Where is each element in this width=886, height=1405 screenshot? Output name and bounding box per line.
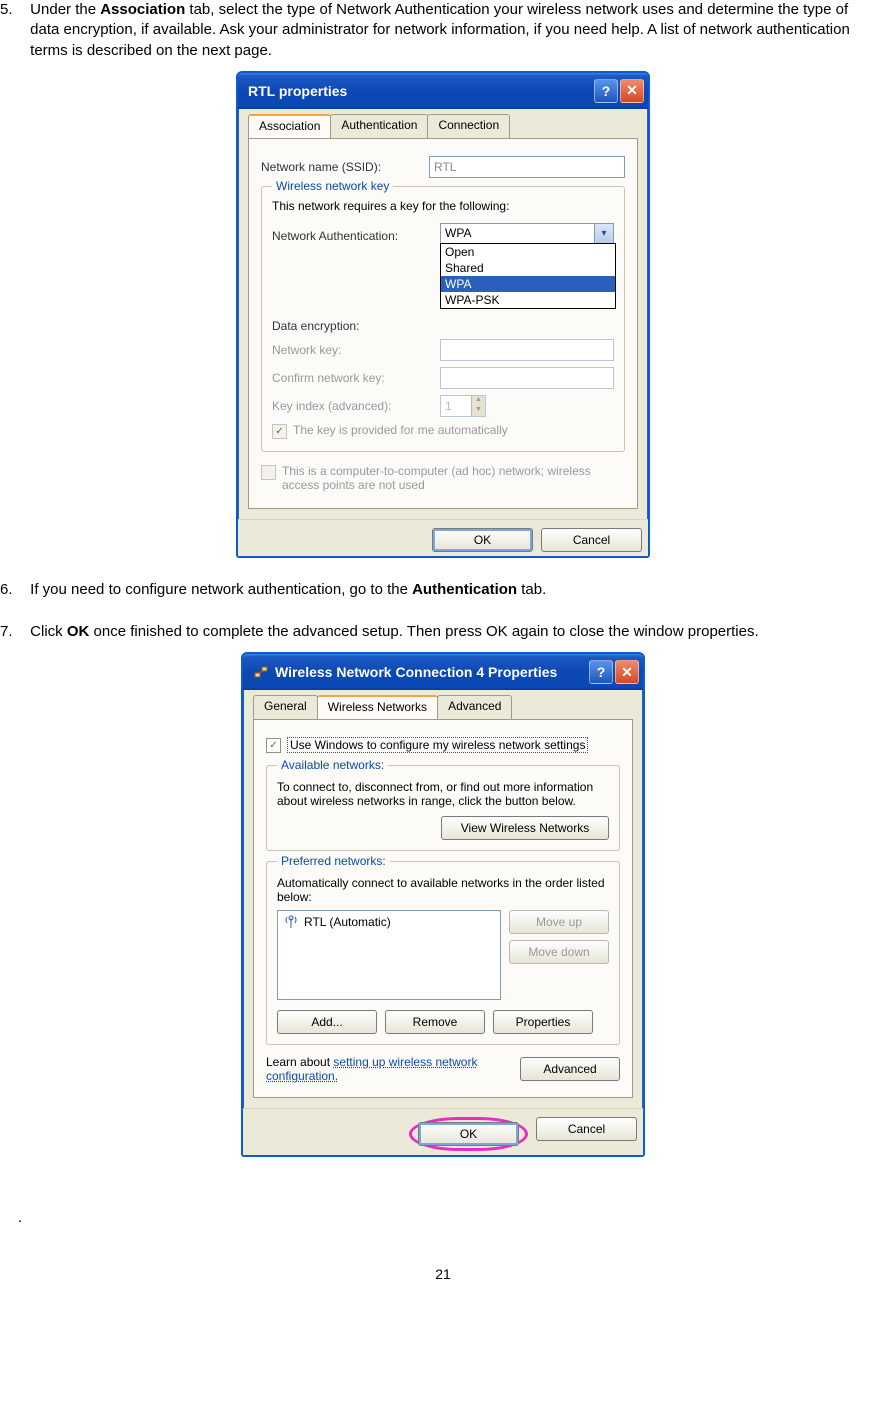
adhoc-checkbox (261, 465, 276, 480)
advanced-button[interactable]: Advanced (520, 1057, 620, 1081)
spin-up-icon: ▲ (471, 396, 485, 406)
use-windows-label: Use Windows to configure my wireless net… (287, 737, 588, 753)
page-number: 21 (0, 1266, 886, 1282)
instruction-step-7: 7. Click OK once finished to complete th… (0, 622, 886, 642)
association-panel: Network name (SSID): Wireless network ke… (248, 138, 638, 509)
available-networks-group: Available networks: To connect to, disco… (266, 765, 620, 851)
step-num: 7. (0, 622, 26, 642)
ssid-label: Network name (SSID): (261, 160, 421, 174)
text: Under the (30, 1, 100, 18)
tab-association[interactable]: Association (248, 114, 331, 138)
group-title: Preferred networks: (277, 854, 390, 868)
instruction-step-5: 5. Under the Association tab, select the… (0, 0, 886, 61)
help-icon[interactable]: ? (594, 79, 618, 103)
cancel-button[interactable]: Cancel (541, 528, 642, 552)
auto-key-label: The key is provided for me automatically (293, 423, 508, 437)
network-auth-dropdown[interactable]: WPA ▾ Open Shared WPA WPA-PSK (440, 223, 614, 249)
tab-wireless-networks[interactable]: Wireless Networks (317, 695, 438, 719)
step-num: 5. (0, 0, 26, 20)
data-encryption-label: Data encryption: (272, 319, 432, 333)
confirm-key-input (440, 367, 614, 389)
ssid-input[interactable] (429, 156, 625, 178)
antenna-icon (284, 915, 298, 929)
tab-advanced[interactable]: Advanced (437, 695, 512, 719)
text: tab. (517, 581, 546, 598)
window-title: Wireless Network Connection 4 Properties (275, 664, 557, 680)
move-down-button: Move down (509, 940, 609, 964)
spin-down-icon: ▼ (471, 406, 485, 416)
learn-text: Learn about (266, 1055, 333, 1069)
tab-authentication[interactable]: Authentication (330, 114, 428, 138)
bold: Authentication (412, 581, 517, 598)
list-item[interactable]: RTL (Automatic) (280, 913, 498, 931)
network-key-label: Network key: (272, 343, 432, 357)
list-item-label: RTL (Automatic) (304, 915, 391, 929)
rtl-properties-dialog: RTL properties ? ✕ Association Authentic… (236, 71, 650, 558)
ok-button[interactable]: OK (432, 528, 533, 552)
text: Click (30, 623, 67, 640)
bold: OK (67, 623, 90, 640)
tab-connection[interactable]: Connection (427, 114, 510, 138)
connection-icon (253, 664, 269, 680)
dropdown-option[interactable]: WPA-PSK (441, 292, 615, 308)
title-bar[interactable]: Wireless Network Connection 4 Properties… (243, 654, 643, 690)
view-wireless-networks-button[interactable]: View Wireless Networks (441, 816, 609, 840)
confirm-key-label: Confirm network key: (272, 371, 432, 385)
cancel-button[interactable]: Cancel (536, 1117, 637, 1141)
group-caption: This network requires a key for the foll… (272, 199, 614, 213)
tab-general[interactable]: General (253, 695, 318, 719)
tab-bar: General Wireless Networks Advanced (253, 695, 633, 720)
tab-bar: Association Authentication Connection (248, 114, 638, 139)
step-num: 6. (0, 580, 26, 600)
preferred-networks-list[interactable]: RTL (Automatic) (277, 910, 501, 1000)
available-caption: To connect to, disconnect from, or find … (277, 780, 609, 808)
ok-button[interactable]: OK (418, 1122, 519, 1146)
key-index-spinner: 1 ▲▼ (440, 395, 486, 417)
wireless-connection-properties-dialog: Wireless Network Connection 4 Properties… (241, 652, 645, 1157)
window-title: RTL properties (248, 83, 347, 99)
remove-button[interactable]: Remove (385, 1010, 485, 1034)
properties-button[interactable]: Properties (493, 1010, 593, 1034)
adhoc-label: This is a computer-to-computer (ad hoc) … (282, 464, 622, 492)
wireless-network-key-group: Wireless network key This network requir… (261, 186, 625, 452)
dropdown-option[interactable]: Open (441, 244, 615, 260)
close-icon[interactable]: ✕ (620, 79, 644, 103)
dropdown-selected: WPA (445, 226, 471, 240)
bold: Association (100, 1, 185, 18)
chevron-down-icon[interactable]: ▾ (594, 224, 613, 244)
dropdown-list: Open Shared WPA WPA-PSK (440, 243, 616, 309)
group-title: Wireless network key (272, 179, 393, 193)
key-index-label: Key index (advanced): (272, 399, 432, 413)
wireless-networks-panel: ✓ Use Windows to configure my wireless n… (253, 719, 633, 1098)
add-button[interactable]: Add... (277, 1010, 377, 1034)
move-up-button: Move up (509, 910, 609, 934)
help-icon[interactable]: ? (589, 660, 613, 684)
dropdown-option[interactable]: Shared (441, 260, 615, 276)
instruction-step-6: 6. If you need to configure network auth… (0, 580, 886, 600)
preferred-caption: Automatically connect to available netwo… (277, 876, 609, 904)
dropdown-option-selected[interactable]: WPA (441, 276, 615, 292)
close-icon[interactable]: ✕ (615, 660, 639, 684)
text: If you need to configure network authent… (30, 581, 412, 598)
use-windows-checkbox[interactable]: ✓ (266, 738, 281, 753)
preferred-networks-group: Preferred networks: Automatically connec… (266, 861, 620, 1045)
network-auth-label: Network Authentication: (272, 229, 432, 243)
network-key-input (440, 339, 614, 361)
ok-highlight-annotation: OK (409, 1117, 528, 1151)
stray-dot: . (0, 1209, 886, 1226)
title-bar[interactable]: RTL properties ? ✕ (238, 73, 648, 109)
group-title: Available networks: (277, 758, 388, 772)
text: once finished to complete the advanced s… (89, 623, 758, 640)
auto-key-checkbox: ✓ (272, 424, 287, 439)
